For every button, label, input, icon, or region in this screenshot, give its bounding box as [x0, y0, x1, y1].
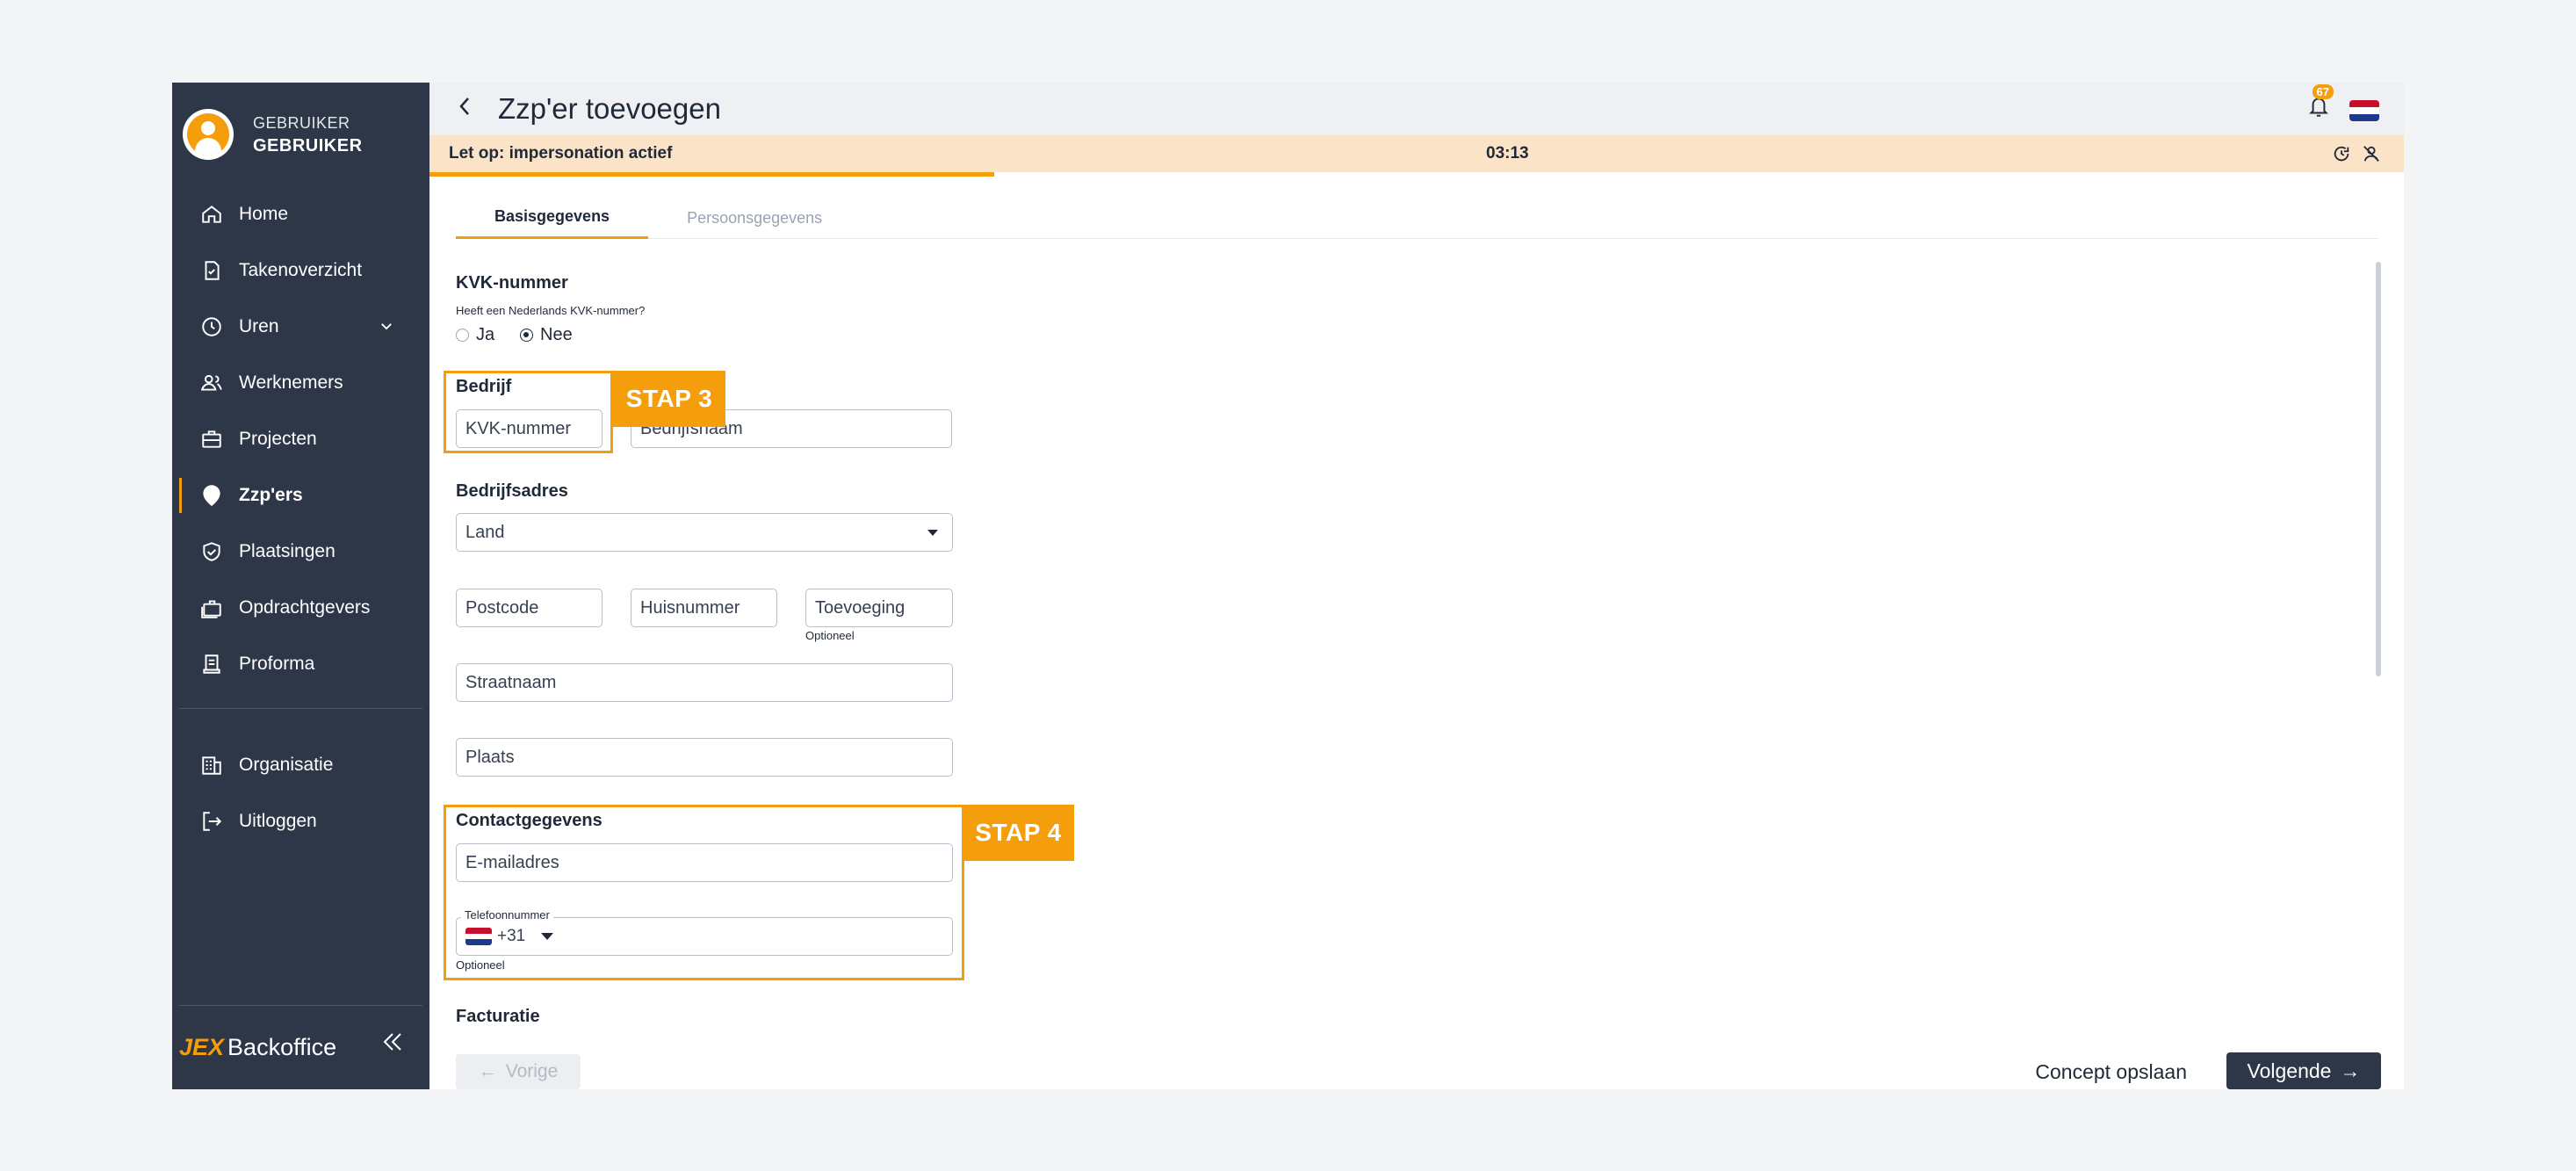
save-concept-button[interactable]: Concept opslaan [2035, 1060, 2187, 1084]
sidebar-item-zzpers[interactable]: Zzp'ers [172, 467, 429, 524]
impersonation-timer: 03:13 [1486, 144, 1529, 163]
sidebar-item-label: Plaatsingen [239, 541, 336, 561]
sidebar-divider [179, 1005, 422, 1006]
arrow-right-icon: → [2340, 1059, 2361, 1082]
sidebar-item-label: Uitloggen [239, 811, 317, 831]
sidebar: GEBRUIKER GEBRUIKER Home Takenoverzicht … [172, 83, 429, 1089]
kvk-question: Heeft een Nederlands KVK-nummer? [456, 304, 646, 317]
notification-badge: 67 [2312, 84, 2334, 99]
contactgegevens-heading: Contactgegevens [456, 811, 603, 830]
email-field[interactable]: E-mailadres [456, 843, 953, 882]
main-content: Zzp'er toevoegen 67 Let op: impersonatio… [429, 83, 2404, 1089]
stap4-tag: STAP 4 [963, 805, 1074, 861]
sidebar-item-label: Werknemers [239, 372, 343, 393]
phone-field[interactable]: +31 [456, 917, 953, 956]
sidebar-item-plaatsingen[interactable]: Plaatsingen [172, 524, 429, 580]
sidebar-item-proforma[interactable]: Proforma [172, 636, 429, 692]
caret-down-icon [927, 530, 938, 536]
brand-jex: JEX [179, 1034, 225, 1060]
app-window: GEBRUIKER GEBRUIKER Home Takenoverzicht … [172, 83, 2404, 1089]
sidebar-item-label: Uren [239, 316, 279, 336]
stap3-tag: STAP 3 [613, 371, 725, 427]
phone-prefix: +31 [497, 927, 526, 945]
kvk-nummer-input[interactable]: KVK-nummer [456, 409, 603, 448]
client-icon [200, 596, 223, 619]
home-icon [200, 203, 223, 226]
clock-icon [200, 315, 223, 338]
arrow-left-icon: ← [478, 1061, 497, 1081]
straatnaam-input[interactable]: Straatnaam [456, 663, 953, 702]
sidebar-nav-bottom: Organisatie Uitloggen [172, 737, 429, 849]
caret-down-icon[interactable] [541, 933, 554, 940]
stop-impersonation-icon[interactable] [2362, 144, 2381, 169]
building-icon [200, 754, 223, 777]
shield-check-icon [200, 540, 223, 563]
nl-flag-icon[interactable] [2349, 100, 2379, 121]
land-select[interactable]: Land [456, 513, 953, 552]
sidebar-item-label: Projecten [239, 429, 317, 449]
radio-nee-dot[interactable] [520, 329, 533, 342]
kvk-heading: KVK-nummer [456, 273, 568, 293]
avatar [183, 109, 234, 160]
phone-label: Telefoonnummer [461, 908, 553, 922]
sidebar-item-label: Takenoverzicht [239, 260, 363, 280]
person-pin-icon [200, 484, 223, 507]
scrollbar[interactable] [2376, 262, 2381, 676]
document-icon [200, 653, 223, 676]
sidebar-divider [179, 708, 422, 709]
sidebar-item-label: Proforma [239, 654, 315, 674]
prev-button[interactable]: ← Vorige [456, 1054, 581, 1089]
huisnummer-input[interactable]: Huisnummer [631, 589, 777, 627]
user-role: GEBRUIKER [253, 114, 350, 132]
user-name: GEBRUIKER [253, 136, 363, 155]
chevron-down-icon[interactable] [379, 318, 394, 339]
sidebar-item-label: Zzp'ers [239, 485, 303, 505]
sidebar-item-home[interactable]: Home [172, 186, 429, 242]
brand-name: Backoffice [227, 1034, 337, 1060]
sidebar-item-projecten[interactable]: Projecten [172, 411, 429, 467]
collapse-sidebar-icon[interactable] [382, 1032, 403, 1056]
toevoeging-optional-hint: Optioneel [805, 629, 855, 642]
radio-ja[interactable]: Ja [456, 325, 494, 345]
radio-ja-label: Ja [476, 325, 495, 344]
logout-icon [200, 810, 223, 833]
sidebar-item-uren[interactable]: Uren [172, 299, 429, 355]
phone-optional-hint: Optioneel [456, 958, 505, 972]
facturatie-heading: Facturatie [456, 1007, 540, 1026]
next-label: Volgende [2247, 1059, 2332, 1082]
sidebar-item-takenoverzicht[interactable]: Takenoverzicht [172, 242, 429, 299]
task-icon [200, 259, 223, 282]
land-select-value: Land [465, 522, 505, 542]
radio-nee-label: Nee [540, 325, 573, 344]
sidebar-nav: Home Takenoverzicht Uren Werknemers Proj… [172, 186, 429, 692]
toevoeging-input[interactable]: Toevoeging [805, 589, 953, 627]
briefcase-icon [200, 428, 223, 451]
sidebar-item-label: Organisatie [239, 755, 334, 775]
sidebar-item-werknemers[interactable]: Werknemers [172, 355, 429, 411]
footer-bar: ← Vorige Concept opslaan Volgende → [429, 1040, 2404, 1089]
people-icon [200, 372, 223, 394]
sidebar-item-organisatie[interactable]: Organisatie [172, 737, 429, 793]
sidebar-item-label: Opdrachtgevers [239, 597, 371, 618]
bedrijfsadres-heading: Bedrijfsadres [456, 481, 568, 501]
next-button[interactable]: Volgende → [2226, 1052, 2381, 1089]
sidebar-item-label: Home [239, 204, 289, 224]
sidebar-item-uitloggen[interactable]: Uitloggen [172, 793, 429, 849]
prev-label: Vorige [505, 1061, 559, 1081]
postcode-input[interactable]: Postcode [456, 589, 603, 627]
form: KVK-nummer Heeft een Nederlands KVK-numm… [444, 83, 1158, 1031]
sidebar-item-opdrachtgevers[interactable]: Opdrachtgevers [172, 580, 429, 636]
radio-nee[interactable]: Nee [520, 325, 573, 345]
radio-ja-dot[interactable] [456, 329, 469, 342]
nl-flag-icon [465, 928, 492, 945]
user-avatar-icon [187, 113, 229, 155]
brand-logo: JEX Backoffice [179, 1034, 336, 1061]
plaats-input[interactable]: Plaats [456, 738, 953, 777]
refresh-timer-icon[interactable] [2332, 144, 2351, 169]
user-profile[interactable]: GEBRUIKER GEBRUIKER [183, 109, 363, 160]
